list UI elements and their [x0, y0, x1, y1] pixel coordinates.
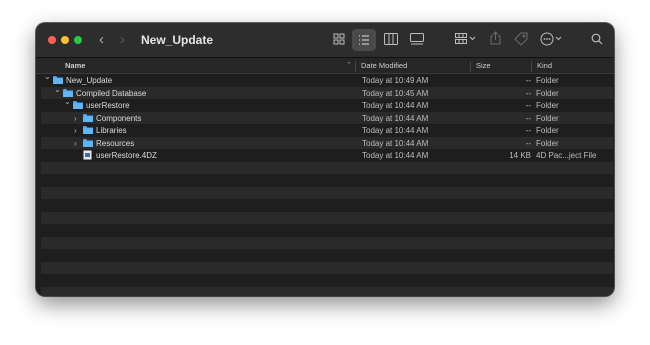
file-size: --	[525, 126, 531, 135]
date-modified: Today at 10:44 AM	[362, 126, 429, 135]
toolbar: ‹ › New_Update	[36, 23, 614, 58]
date-modified: Today at 10:44 AM	[362, 113, 429, 123]
sort-ascending-icon[interactable]: ⌃	[346, 61, 352, 69]
empty-row	[41, 261, 613, 274]
columns-icon[interactable]	[384, 33, 398, 47]
column-header: Name ⌃ Date Modified Size Kind	[36, 58, 614, 74]
folder-icon	[83, 113, 93, 122]
empty-row	[41, 274, 613, 287]
empty-row	[41, 174, 613, 187]
empty-row	[41, 249, 613, 262]
share-icon[interactable]	[490, 31, 501, 45]
grid-icon[interactable]	[333, 33, 345, 47]
minimize-button[interactable]	[61, 36, 69, 44]
file-name: Libraries	[96, 126, 127, 135]
list-item[interactable]: ⌄ Compiled Database Today at 10:45 AM -- Fol…	[41, 85, 613, 99]
date-modified: Today at 10:44 AM	[362, 101, 429, 110]
size-column-header[interactable]: Size	[476, 61, 491, 70]
zoom-button[interactable]	[74, 36, 82, 44]
folder-icon	[83, 126, 93, 134]
folder-icon	[63, 88, 73, 97]
more-icon[interactable]	[540, 32, 564, 46]
file-name: userRestore	[86, 101, 130, 110]
list-item[interactable]: › Components Today at 10:44 AM -- Folder	[41, 111, 613, 124]
disclosure-expanded-icon[interactable]: ⌄	[54, 85, 61, 94]
name-column-header[interactable]: Name	[65, 61, 85, 70]
disclosure-expanded-icon[interactable]: ⌄	[64, 97, 71, 106]
list-icon	[359, 35, 369, 45]
file-size: --	[525, 113, 531, 123]
file-kind: 4D Pac...ject File	[536, 151, 597, 160]
disclosure-expanded-icon[interactable]: ⌄	[44, 72, 51, 81]
group-icon[interactable]	[455, 33, 477, 47]
list-view-button[interactable]	[352, 29, 376, 51]
list-item[interactable]: ⌄ userRestore Today at 10:44 AM -- Folder	[41, 97, 613, 112]
file-name: New_Update	[66, 76, 113, 85]
file-size: --	[525, 76, 531, 85]
document-icon	[83, 150, 92, 160]
disclosure-collapsed-icon[interactable]: ›	[74, 114, 77, 123]
file-size: 14 KB	[509, 151, 531, 160]
file-name: Resources	[96, 138, 135, 148]
file-kind: Folder	[536, 138, 559, 148]
back-button[interactable]: ‹	[99, 32, 104, 47]
file-kind: Folder	[536, 126, 559, 135]
date-column-header[interactable]: Date Modified	[361, 61, 407, 70]
file-list: ⌄ New_Update Today at 10:49 AM -- Folder ⌄ Com…	[36, 72, 614, 296]
list-item[interactable]: › Libraries Today at 10:44 AM -- Folder	[41, 124, 613, 137]
list-item[interactable]: ⌄ New_Update Today at 10:49 AM -- Folder	[41, 72, 613, 87]
folder-icon	[73, 101, 83, 109]
search-icon[interactable]	[591, 33, 603, 47]
file-name: Components	[96, 113, 142, 123]
list-item[interactable]: userRestore.4DZ Today at 10:44 AM 14 KB 4D …	[41, 149, 613, 162]
close-button[interactable]	[48, 36, 56, 44]
finder-window: ‹ › New_Update Name ⌃ Date Modified Size…	[36, 23, 614, 296]
file-kind: Folder	[536, 76, 559, 85]
empty-row	[41, 211, 613, 224]
file-kind: Folder	[536, 88, 559, 98]
file-size: --	[525, 101, 531, 110]
folder-icon	[53, 76, 63, 84]
file-name: Compiled Database	[76, 88, 147, 98]
folder-icon	[83, 138, 93, 147]
date-modified: Today at 10:49 AM	[362, 76, 429, 85]
date-modified: Today at 10:44 AM	[362, 138, 429, 148]
empty-row	[41, 236, 613, 249]
empty-row	[41, 224, 613, 237]
empty-row	[41, 161, 613, 174]
date-modified: Today at 10:44 AM	[362, 151, 429, 160]
disclosure-collapsed-icon[interactable]: ›	[74, 126, 77, 135]
gallery-icon[interactable]	[410, 33, 424, 47]
list-item[interactable]: › Resources Today at 10:44 AM -- Folder	[41, 136, 613, 149]
file-size: --	[525, 88, 531, 98]
empty-row	[41, 286, 613, 296]
forward-button[interactable]: ›	[120, 32, 125, 47]
window-title: New_Update	[141, 33, 214, 47]
empty-row	[41, 199, 613, 212]
date-modified: Today at 10:45 AM	[362, 88, 429, 98]
disclosure-collapsed-icon[interactable]: ›	[74, 139, 77, 148]
tag-icon[interactable]	[514, 32, 528, 46]
file-name: userRestore.4DZ	[96, 151, 157, 160]
file-kind: Folder	[536, 101, 559, 110]
file-kind: Folder	[536, 113, 559, 123]
empty-row	[41, 186, 613, 199]
kind-column-header[interactable]: Kind	[537, 61, 552, 70]
file-size: --	[525, 138, 531, 148]
